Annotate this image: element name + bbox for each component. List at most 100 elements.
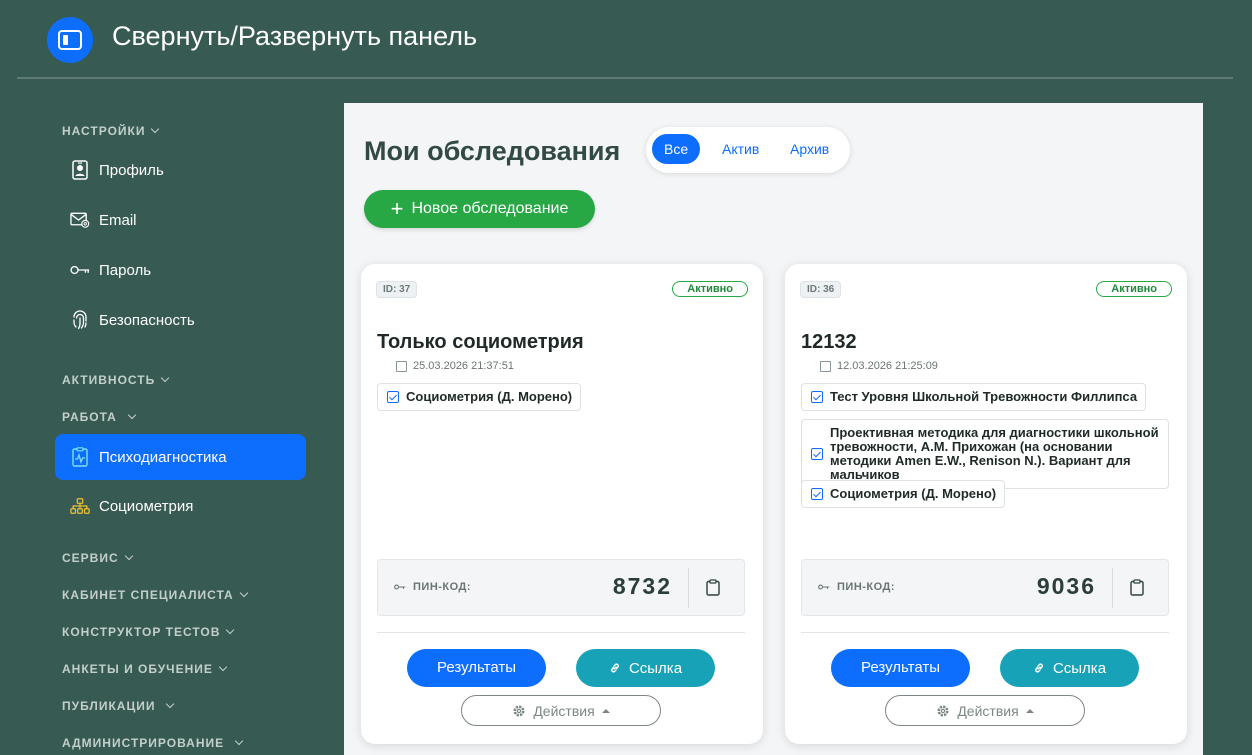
sidebar-section-surveys[interactable]: АНКЕТЫ И ОБУЧЕНИЕ [62,662,228,676]
sidebar-item-sociometry[interactable]: Социометрия [70,494,193,518]
card-divider [801,632,1169,633]
chevron-down-icon [234,736,244,746]
header-divider [17,77,1233,79]
key-icon [818,584,830,590]
chevron-down-icon [124,551,133,561]
link-button-label: Ссылка [1052,659,1107,677]
pin-label: ПИН-КОД: [837,581,896,593]
actions-dropdown-button[interactable]: Действия [461,695,661,726]
card-divider [377,632,745,633]
survey-card: ID: 37 Активно Только социометрия 25.03.… [361,264,763,744]
test-item: Проективная методика для диагностики шко… [801,419,1169,489]
sidebar-item-label: Безопасность [99,311,195,329]
section-label: АКТИВНОСТЬ [62,373,156,387]
survey-card: ID: 36 Активно 12132 12.03.2026 21:25:09… [785,264,1187,744]
calendar-icon [396,361,407,372]
sidebar-toggle-button[interactable] [47,17,93,63]
chevron-down-icon [239,588,248,598]
sidebar-item-label: Психодиагностика [99,448,227,466]
test-item: Социометрия (Д. Морено) [377,383,582,411]
sidebar-item-label: Email [99,211,137,229]
chevron-down-icon [127,410,137,420]
sidebar-item-psychodiagnostics[interactable]: Психодиагностика [70,445,227,469]
sidebar-section-activity[interactable]: АКТИВНОСТЬ [62,373,170,387]
sidebar-section-administration[interactable]: АДМИНИСТРИРОВАНИЕ [62,736,244,750]
card-id-badge: ID: 37 [376,281,418,298]
actions-dropdown-button[interactable]: Действия [885,695,1085,726]
section-label: КАБИНЕТ СПЕЦИАЛИСТА [62,588,234,602]
sidebar-item-security[interactable]: Безопасность [70,308,195,332]
key-icon [70,260,90,280]
key-icon [394,584,406,590]
checkbox-icon [387,391,399,403]
section-label: НАСТРОЙКИ [62,124,146,138]
pin-code: 8732 [612,573,672,599]
test-item-label: Социометрия (Д. Морено) [406,389,573,404]
chevron-down-icon [218,662,228,672]
sidebar-item-profile[interactable]: Профиль [70,158,164,182]
plus-icon: + [390,196,404,221]
sidebar-section-service[interactable]: СЕРВИС [62,551,133,565]
card-date-text: 25.03.2026 21:37:51 [413,360,514,372]
filter-active-button[interactable]: Актив [710,134,771,164]
chevron-down-icon [160,373,170,383]
card-date: 12.03.2026 21:25:09 [820,360,938,372]
new-survey-button[interactable]: + Новое обследование [364,190,595,228]
test-item: Тест Уровня Школьной Тревожности Филлипс… [801,383,1147,411]
link-button[interactable]: Ссылка [576,649,715,687]
link-button-label: Ссылка [628,659,683,677]
chevron-down-icon [226,625,235,635]
sidebar-section-test-builder[interactable]: КОНСТРУКТОР ТЕСТОВ [62,625,235,639]
test-item: Социометрия (Д. Морено) [801,480,1006,508]
card-title: 12132 [801,331,857,353]
id-badge-icon [70,160,90,180]
gear-icon [937,705,949,716]
caret-up-icon [601,708,610,713]
checkbox-icon [811,488,823,500]
clipboard-pulse-icon [70,447,90,467]
main-panel: Мои обследования Все Актив Архив + Новое… [344,103,1203,755]
results-button[interactable]: Результаты [831,649,970,687]
chevron-down-icon [166,699,175,709]
filter-all-button[interactable]: Все [652,134,701,164]
clipboard-copy-icon[interactable] [706,579,720,596]
section-label: АНКЕТЫ И ОБУЧЕНИЕ [62,662,213,676]
link-button[interactable]: Ссылка [1000,649,1139,687]
pin-code: 9036 [1036,573,1096,599]
test-item-label: Социометрия (Д. Морено) [830,486,997,501]
clipboard-copy-icon[interactable] [1130,579,1144,596]
top-bar: Свернуть/Развернуть панель [0,0,1252,79]
filter-archive-button[interactable]: Архив [778,134,841,164]
sidebar-section-publications[interactable]: ПУБЛИКАЦИИ [62,699,175,713]
new-survey-label: Новое обследование [411,200,569,217]
sidebar-section-settings[interactable]: НАСТРОЙКИ [62,124,160,138]
sidebar-section-work[interactable]: РАБОТА [62,410,137,424]
gear-icon [513,705,525,716]
section-label: КОНСТРУКТОР ТЕСТОВ [62,625,221,639]
actions-label: Действия [533,702,595,719]
sidebar-toggle-label[interactable]: Свернуть/Развернуть панель [112,20,477,52]
diagram-icon [70,496,90,516]
section-label: СЕРВИС [62,551,119,565]
pin-divider [1112,568,1113,608]
page-title: Мои обследования [364,136,621,166]
test-item-label: Тест Уровня Школьной Тревожности Филлипс… [830,389,1138,404]
results-button[interactable]: Результаты [407,649,546,687]
filter-segmented-control: Все Актив Архив [646,127,850,173]
chevron-down-icon [151,124,160,134]
card-id-badge: ID: 36 [800,281,842,298]
sidebar-toggle-icon [58,30,82,50]
test-item-label: Проективная методика для диагностики шко… [830,425,1159,482]
card-title: Только социометрия [377,331,584,353]
sidebar-item-email[interactable]: Email [70,208,137,232]
link-icon [610,663,619,673]
sidebar-item-label: Профиль [99,161,164,179]
fingerprint-icon [70,310,90,330]
sidebar-section-specialist-cabinet[interactable]: КАБИНЕТ СПЕЦИАЛИСТА [62,588,248,602]
checkbox-icon [811,448,823,460]
section-label: АДМИНИСТРИРОВАНИЕ [62,736,225,750]
actions-label: Действия [957,702,1019,719]
sidebar-item-password[interactable]: Пароль [70,258,151,282]
sidebar-item-label: Пароль [99,261,152,279]
pin-divider [688,568,689,608]
